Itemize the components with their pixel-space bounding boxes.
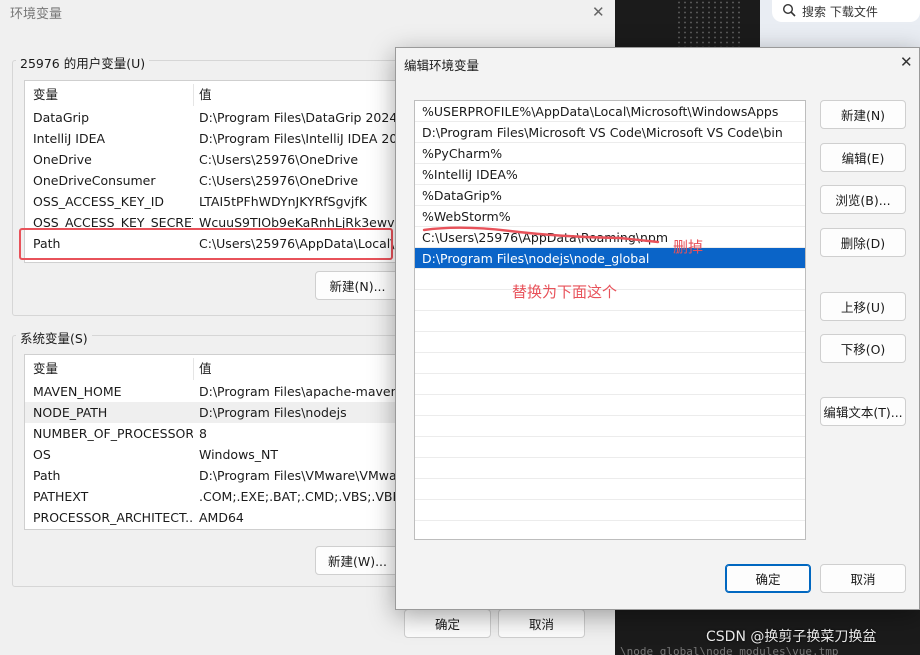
- path-entry[interactable]: D:\Program Files\Microsoft VS Code\Micro…: [415, 122, 805, 143]
- search-icon: [782, 3, 796, 20]
- variable-value: LTAI5tPFhWDYnJKYRfSgvjfK: [199, 194, 368, 209]
- empty-row[interactable]: [415, 458, 805, 479]
- close-icon[interactable]: ✕: [592, 3, 605, 21]
- empty-row[interactable]: [415, 353, 805, 374]
- window-cancel-button[interactable]: 取消: [498, 609, 585, 638]
- variable-name: OneDriveConsumer: [33, 173, 156, 188]
- variable-name: NODE_PATH: [33, 405, 108, 420]
- variable-value: C:\Users\25976\OneDrive: [199, 173, 359, 188]
- variable-value: Windows_NT: [199, 447, 279, 462]
- variable-value: D:\Program Files\DataGrip 2024.2: [199, 110, 410, 125]
- column-header-variable[interactable]: 变量: [25, 84, 193, 103]
- window-ok-button[interactable]: 确定: [404, 609, 491, 638]
- delete-button[interactable]: 删除(D): [820, 228, 906, 257]
- browse-button[interactable]: 浏览(B)...: [820, 185, 906, 214]
- variable-name: PROCESSOR_ARCHITECT...: [33, 510, 193, 525]
- path-highlight-box: [19, 228, 393, 260]
- column-header-value[interactable]: 值: [193, 84, 212, 103]
- empty-row[interactable]: [415, 374, 805, 395]
- explorer-search-box[interactable]: 搜索 下载文件: [772, 0, 920, 22]
- background-pattern: [676, 0, 742, 50]
- empty-row[interactable]: [415, 437, 805, 458]
- dialog-cancel-button[interactable]: 取消: [820, 564, 906, 593]
- new-button[interactable]: 新建(N): [820, 100, 906, 129]
- variable-name: IntelliJ IDEA: [33, 131, 106, 146]
- delete-annotation: 删掉: [673, 238, 704, 256]
- variable-name: Path: [33, 468, 61, 483]
- variable-value: D:\Program Files\nodejs: [199, 405, 347, 420]
- path-entry[interactable]: %PyCharm%: [415, 143, 805, 164]
- variable-name: OS: [33, 447, 51, 462]
- dialog-title: 编辑环境变量: [404, 58, 480, 73]
- move-up-button[interactable]: 上移(U): [820, 292, 906, 321]
- column-header-value[interactable]: 值: [193, 358, 212, 377]
- user-new-button[interactable]: 新建(N)...: [315, 271, 400, 300]
- edit-button[interactable]: 编辑(E): [820, 143, 906, 172]
- empty-row[interactable]: [415, 479, 805, 500]
- variable-value: 8: [199, 426, 207, 441]
- edit-env-var-dialog: 编辑环境变量 ✕ %USERPROFILE%\AppData\Local\Mic…: [395, 47, 920, 610]
- empty-row[interactable]: [415, 416, 805, 437]
- variable-name: DataGrip: [33, 110, 90, 125]
- empty-row[interactable]: [415, 500, 805, 521]
- path-entry[interactable]: %IntelliJ IDEA%: [415, 164, 805, 185]
- variable-name: MAVEN_HOME: [33, 384, 122, 399]
- variable-name: OneDrive: [33, 152, 92, 167]
- close-icon[interactable]: ✕: [900, 53, 913, 71]
- empty-row[interactable]: [415, 395, 805, 416]
- column-header-variable[interactable]: 变量: [25, 358, 193, 377]
- path-entry[interactable]: %USERPROFILE%\AppData\Local\Microsoft\Wi…: [415, 101, 805, 122]
- system-vars-label: 系统变量(S): [16, 328, 92, 347]
- empty-row[interactable]: [415, 311, 805, 332]
- variable-value: D:\Program Files\VMware\VMware: [199, 468, 410, 483]
- terminal-text: \node_global\node_modules\vue.tmp: [620, 645, 839, 655]
- path-entry[interactable]: %DataGrip%: [415, 185, 805, 206]
- variable-value: AMD64: [199, 510, 244, 525]
- variable-name: PATHEXT: [33, 489, 89, 504]
- variable-value: D:\Program Files\apache-maven-3: [199, 384, 411, 399]
- user-vars-label: 25976 的用户变量(U): [16, 53, 150, 72]
- replace-annotation: 替换为下面这个: [512, 283, 618, 301]
- window-title: 环境变量: [10, 7, 63, 22]
- csdn-watermark: CSDN @换剪子换菜刀换盆: [706, 629, 877, 645]
- search-placeholder: 搜索 下载文件: [802, 4, 878, 19]
- variable-value: C:\Users\25976\OneDrive: [199, 152, 359, 167]
- variable-name: OSS_ACCESS_KEY_ID: [33, 194, 165, 209]
- variable-name: NUMBER_OF_PROCESSORS: [33, 426, 193, 441]
- variable-value: .COM;.EXE;.BAT;.CMD;.VBS;.VBE;.J: [199, 489, 413, 504]
- edit-text-button[interactable]: 编辑文本(T)...: [820, 397, 906, 426]
- system-new-button[interactable]: 新建(W)...: [315, 546, 400, 575]
- variable-value: D:\Program Files\IntelliJ IDEA 2024: [199, 131, 414, 146]
- empty-row[interactable]: [415, 332, 805, 353]
- path-entries-list[interactable]: %USERPROFILE%\AppData\Local\Microsoft\Wi…: [414, 100, 806, 540]
- dialog-ok-button[interactable]: 确定: [725, 564, 811, 593]
- strike-annotation: [422, 226, 660, 244]
- move-down-button[interactable]: 下移(O): [820, 334, 906, 363]
